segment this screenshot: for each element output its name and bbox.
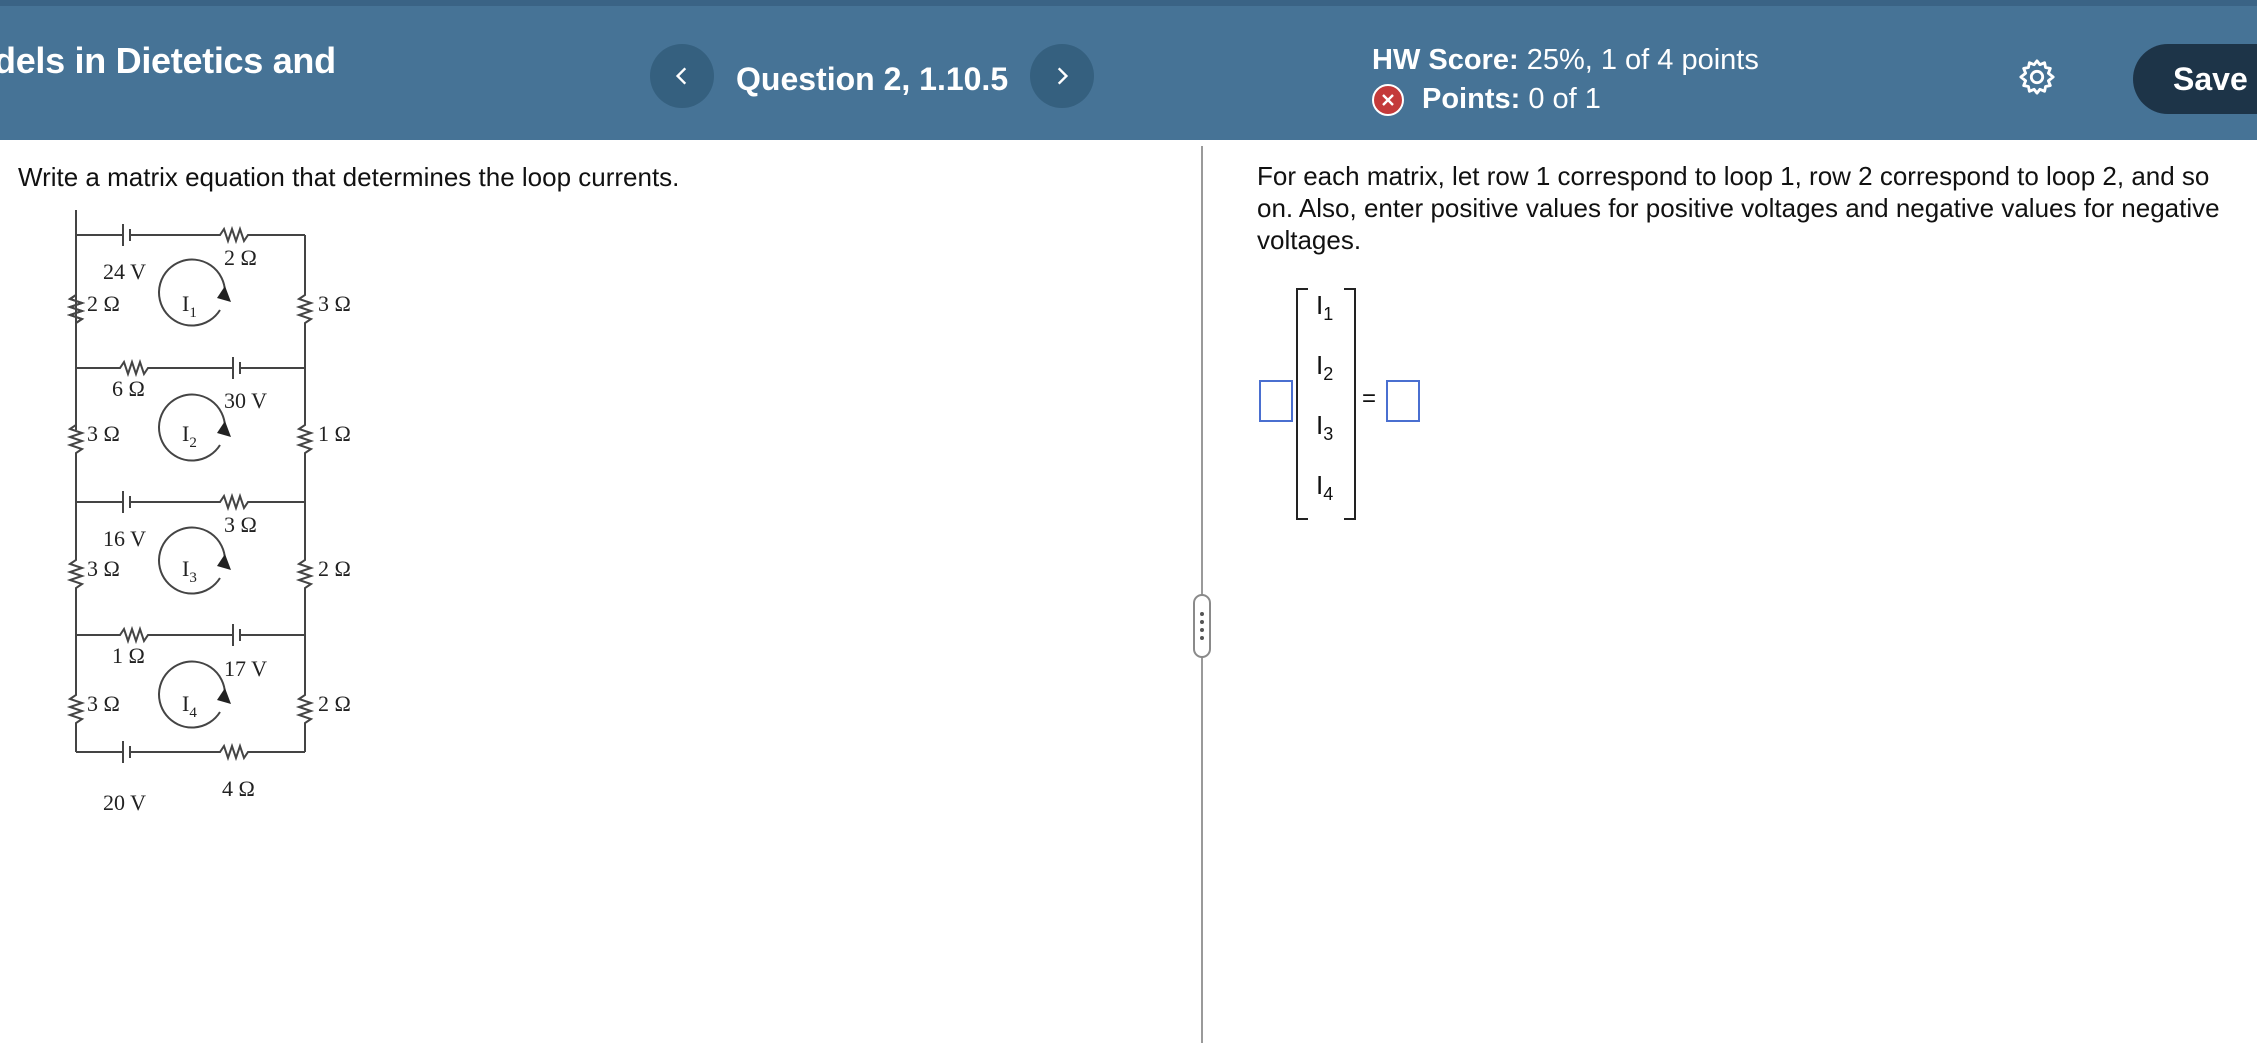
circuit-label-r-left4: 3 Ω <box>87 691 120 716</box>
circuit-label-v4: 17 V <box>224 656 267 681</box>
circuit-label-r-left3: 3 Ω <box>87 556 120 581</box>
question-prompt: Write a matrix equation that determines … <box>18 162 680 192</box>
constant-vector-input[interactable] <box>1386 380 1420 422</box>
circuit-label-r-right3: 2 Ω <box>318 556 351 581</box>
circuit-label-r-top1: 2 Ω <box>224 245 257 270</box>
x-circle-icon <box>1372 84 1404 116</box>
loop-2-label: I2 <box>182 421 197 451</box>
answer-instructions: For each matrix, let row 1 correspond to… <box>1257 161 2220 255</box>
previous-question-button[interactable] <box>650 44 714 108</box>
grip-dot <box>1200 628 1204 632</box>
circuit-label-r-right1: 3 Ω <box>318 291 351 316</box>
course-title: dels in Dietetics and <box>0 40 336 81</box>
vector-entry-i2: I2 <box>1316 350 1334 384</box>
circuit-label-r-mid2: 3 Ω <box>224 512 257 537</box>
gear-icon[interactable] <box>2018 58 2056 96</box>
points-label: Points: <box>1422 82 1521 115</box>
points-value: 0 of 1 <box>1528 82 1601 115</box>
circuit-diagram: 24 V 2 Ω 2 Ω 3 Ω I1 6 Ω 30 V 3 Ω 1 Ω I2 … <box>66 210 351 815</box>
grip-dot <box>1200 612 1204 616</box>
hw-score-label: HW Score: <box>1372 44 1519 76</box>
circuit-label-r-mid1: 6 Ω <box>112 376 145 401</box>
question-label: Question 2, 1.10.5 <box>736 61 1009 97</box>
chevron-right-icon <box>1057 67 1069 85</box>
grip-dot <box>1200 620 1204 624</box>
hw-score-value: 25%, 1 of 4 points <box>1526 44 1759 76</box>
panel-resize-handle[interactable] <box>1193 594 1211 658</box>
hw-score: HW Score: 25%, 1 of 4 points <box>1372 44 1759 77</box>
coefficient-matrix-input[interactable] <box>1259 380 1293 422</box>
circuit-label-v1: 24 V <box>103 259 146 284</box>
vector-right-bracket <box>1344 288 1356 520</box>
circuit-label-v2: 30 V <box>224 388 267 413</box>
circuit-label-v3: 16 V <box>103 526 146 551</box>
vector-entry-i3: I3 <box>1316 410 1334 444</box>
circuit-label-r-mid3: 1 Ω <box>112 643 145 668</box>
loop-4-label: I4 <box>182 691 197 721</box>
next-question-button[interactable] <box>1030 44 1094 108</box>
vector-left-bracket <box>1296 288 1308 520</box>
save-button[interactable]: Save <box>2133 44 2257 114</box>
circuit-label-r-left2: 3 Ω <box>87 421 120 446</box>
top-header: dels in Dietetics and Question 2, 1.10.5… <box>0 0 2257 140</box>
chevron-left-icon <box>675 67 687 85</box>
equals-sign: = <box>1362 385 1377 412</box>
grip-dot <box>1200 636 1204 640</box>
points-status: Points: 0 of 1 <box>1372 82 1601 116</box>
loop-3-label: I3 <box>182 556 197 586</box>
circuit-label-r-right2: 1 Ω <box>318 421 351 446</box>
circuit-label-v5: 20 V <box>103 790 146 815</box>
vector-entry-i1: I1 <box>1316 290 1334 324</box>
circuit-label-r-right4: 2 Ω <box>318 691 351 716</box>
circuit-label-r-bottom: 4 Ω <box>222 776 255 801</box>
vector-entry-i4: I4 <box>1316 470 1334 504</box>
circuit-label-r-left1: 2 Ω <box>87 291 120 316</box>
loop-1-label: I1 <box>182 291 197 321</box>
